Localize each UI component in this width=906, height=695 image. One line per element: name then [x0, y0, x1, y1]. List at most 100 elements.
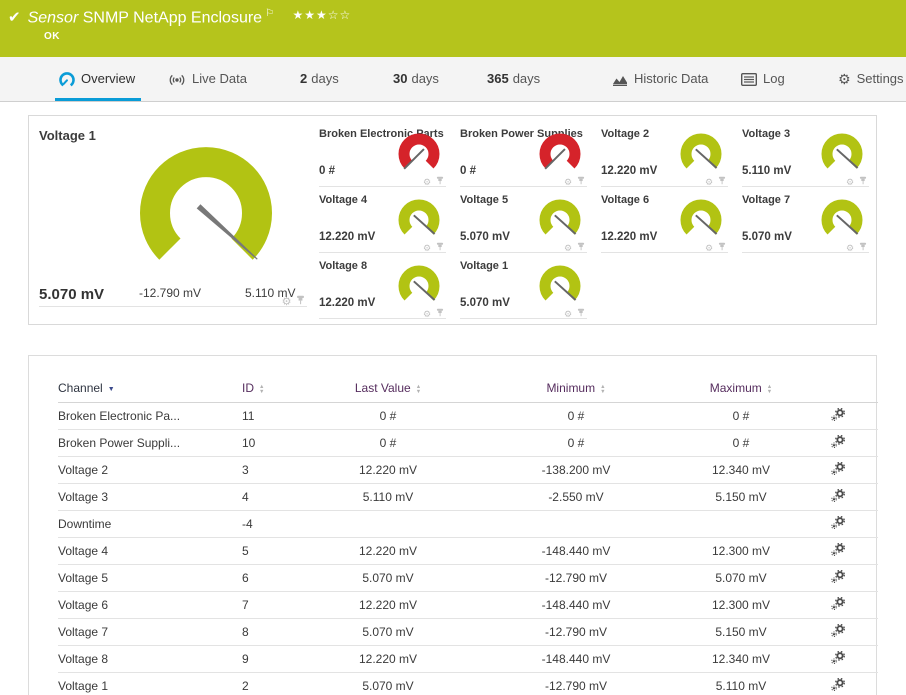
pin-icon[interactable] [296, 295, 305, 305]
tab-365-days[interactable]: 365 days [487, 57, 540, 101]
tab-historic-data[interactable]: Historic Data [612, 57, 708, 101]
channel-value: 5.070 mV [460, 231, 510, 243]
channel-value: 5.070 mV [460, 297, 510, 309]
channel-settings-gears-icon[interactable] [831, 623, 845, 640]
channel-gauge-cell[interactable]: Voltage 2 12.220 mV ⚙ [593, 121, 734, 188]
channel-table-row: Voltage 6 7 12.220 mV -148.440 mV 12.300… [58, 591, 878, 619]
cell-channel: Voltage 1 [58, 672, 242, 695]
tab-overview[interactable]: Overview [54, 57, 142, 101]
column-header-id[interactable]: ID ▲ ▼ [242, 374, 308, 403]
channel-settings-gears-icon[interactable] [831, 407, 845, 424]
log-icon [740, 73, 758, 87]
cell-id: 6 [242, 564, 308, 592]
cell-maximum: 12.300 mV [684, 537, 798, 565]
flag-icon[interactable]: ⚐ [265, 8, 274, 19]
column-header-channel[interactable]: Channel ▼ [58, 374, 242, 403]
channel-settings-gears-icon[interactable] [831, 488, 845, 505]
cell-maximum: 0 # [684, 429, 798, 457]
channel-label: Voltage 1 [460, 260, 509, 272]
channel-table-row: Voltage 3 4 5.110 mV -2.550 mV 5.150 mV [58, 483, 878, 511]
channel-gauge-cell[interactable]: Voltage 7 5.070 mV ⚙ [734, 187, 875, 254]
column-header-minimum[interactable]: Minimum ▲ ▼ [468, 374, 684, 403]
tab-bar: Overview Live Data 2 days 30 days 365 days … [0, 57, 906, 102]
tab-label: Log [763, 71, 785, 86]
pin-icon[interactable] [859, 176, 867, 185]
gauge-dial [539, 265, 581, 301]
tab-label: Overview [81, 71, 136, 86]
channel-gauge-cell[interactable]: Voltage 6 12.220 mV ⚙ [593, 187, 734, 254]
cell-id: 7 [242, 591, 308, 619]
cell-minimum: 0 # [468, 429, 684, 457]
tab-label: Settings [856, 71, 904, 86]
channel-gauge-cell[interactable]: Voltage 3 5.110 mV ⚙ [734, 121, 875, 188]
gauge-settings-gear-icon[interactable]: ⚙ [282, 295, 292, 308]
pin-icon[interactable] [577, 176, 585, 185]
channel-settings-gears-icon[interactable] [831, 434, 845, 451]
tab-30-days[interactable]: 30 days [393, 57, 439, 101]
channel-gauge-cell[interactable]: Voltage 5 5.070 mV ⚙ [452, 187, 593, 254]
tab-live-data[interactable]: Live Data [168, 57, 247, 101]
primary-channel-gauge[interactable]: Voltage 1 5.070 mV -12.790 mV 5.110 mV ⚙ [29, 116, 311, 308]
cell-id: 9 [242, 645, 308, 673]
gauge-dial [140, 147, 272, 260]
priority-stars[interactable]: ★★★☆☆ [293, 8, 352, 22]
gauge-settings-gear-icon[interactable]: ⚙ [705, 244, 713, 254]
channel-settings-gears-icon[interactable] [831, 461, 845, 478]
column-header-last-value[interactable]: Last Value ▲ ▼ [308, 374, 468, 403]
gauge-settings-gear-icon[interactable]: ⚙ [846, 244, 854, 254]
cell-last-value: 0 # [308, 429, 468, 457]
tab-settings[interactable]: ⚙ Settings [838, 57, 904, 101]
gauge-settings-gear-icon[interactable]: ⚙ [423, 310, 431, 320]
pin-icon[interactable] [718, 176, 726, 185]
column-header-maximum[interactable]: Maximum ▲ ▼ [684, 374, 798, 403]
cell-maximum: 5.150 mV [684, 483, 798, 511]
pin-icon[interactable] [577, 308, 585, 317]
tab-label: days [411, 71, 439, 86]
cell-channel: Broken Power Suppli... [58, 429, 242, 457]
channel-settings-gears-icon[interactable] [831, 650, 845, 667]
cell-channel: Voltage 8 [58, 645, 242, 673]
page-title: SNMP NetApp Enclosure [82, 9, 263, 27]
tab-log[interactable]: Log [740, 57, 785, 101]
cell-id: 5 [242, 537, 308, 565]
channel-gauge-cell[interactable]: Voltage 4 12.220 mV ⚙ [311, 187, 452, 254]
gauges-panel: Voltage 1 5.070 mV -12.790 mV 5.110 mV ⚙ [28, 115, 877, 325]
cell-channel: Voltage 3 [58, 483, 242, 511]
channel-table-row: Voltage 8 9 12.220 mV -148.440 mV 12.340… [58, 645, 878, 673]
channel-table-row: Voltage 5 6 5.070 mV -12.790 mV 5.070 mV [58, 564, 878, 592]
cell-minimum: -148.440 mV [468, 645, 684, 673]
gauge-settings-gear-icon[interactable]: ⚙ [564, 310, 572, 320]
channel-table-row: Voltage 1 2 5.070 mV -12.790 mV 5.110 mV [58, 672, 878, 695]
channel-value: 5.070 mV [742, 231, 792, 243]
channel-gauge-cell[interactable]: Voltage 8 12.220 mV ⚙ [311, 253, 452, 320]
channel-gauge-cell[interactable]: Broken Electronic Parts 0 # ⚙ [311, 121, 452, 188]
pin-icon[interactable] [436, 308, 444, 317]
column-header-actions [798, 374, 878, 403]
cell-maximum: 12.340 mV [684, 645, 798, 673]
channel-table-row: Voltage 4 5 12.220 mV -148.440 mV 12.300… [58, 537, 878, 565]
status-badge: OK [44, 31, 60, 42]
channel-settings-gears-icon[interactable] [831, 542, 845, 559]
gauge-dial [539, 199, 581, 235]
pin-icon[interactable] [577, 242, 585, 251]
pin-icon[interactable] [859, 242, 867, 251]
pin-icon[interactable] [436, 242, 444, 251]
channel-value: 12.220 mV [601, 231, 658, 243]
channel-settings-gears-icon[interactable] [831, 677, 845, 694]
pin-icon[interactable] [436, 176, 444, 185]
channel-settings-gears-icon[interactable] [831, 569, 845, 586]
channel-settings-gears-icon[interactable] [831, 515, 845, 532]
channel-value: 5.110 mV [742, 165, 792, 177]
channel-settings-gears-icon[interactable] [831, 596, 845, 613]
cell-channel: Voltage 5 [58, 564, 242, 592]
tab-number: 365 [487, 71, 509, 86]
cell-minimum [468, 510, 684, 538]
tab-2-days[interactable]: 2 days [300, 57, 339, 101]
tab-label: Live Data [192, 71, 247, 86]
channel-gauge-cell[interactable]: Broken Power Supplies 0 # ⚙ [452, 121, 593, 188]
cell-last-value: 12.220 mV [308, 456, 468, 484]
pin-icon[interactable] [718, 242, 726, 251]
channel-gauge-cell[interactable]: Voltage 1 5.070 mV ⚙ [452, 253, 593, 320]
cell-channel: Voltage 7 [58, 618, 242, 646]
cell-id: 11 [242, 402, 308, 430]
